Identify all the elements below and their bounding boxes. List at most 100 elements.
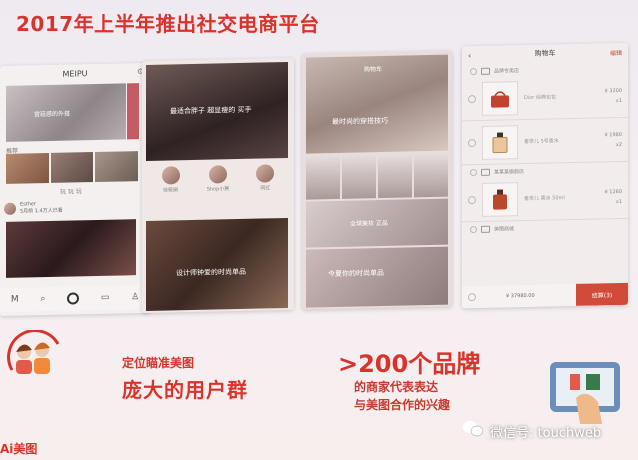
user-meta: Esther 5月前 1.4万人已看 [20, 201, 63, 216]
profile-icon[interactable]: ♙ [131, 292, 139, 302]
select-checkbox[interactable] [470, 169, 477, 177]
item-price: ¥ 3200 x1 [605, 85, 623, 105]
banner-image[interactable]: 全球美妆 正品 [306, 198, 448, 248]
phone-topic-screen: 购物车 最时尚的穿搭技巧 全球美妆 正品 今夏你的时尚单品 [302, 50, 452, 310]
price-value: ¥ 1260 [604, 188, 623, 195]
screenshots-row: MEIPU ⚙ 宫廷感的外搭 推荐 玩 玩 玩 Esther 5月前 1.4万人… [0, 35, 638, 317]
cart-item[interactable]: Dior 经典包包 ¥ 3200 x1 [462, 73, 628, 122]
product-thumb[interactable] [342, 154, 376, 199]
hero-image[interactable]: 最适合胖子 超显瘦的 买手 [146, 61, 288, 161]
creator-item[interactable]: 网红 [256, 164, 275, 204]
app-name: MEIPU [62, 68, 88, 79]
price-value: ¥ 3200 [604, 87, 623, 94]
select-all-checkbox[interactable] [468, 293, 476, 302]
phone-feed-screen: MEIPU ⚙ 宫廷感的外搭 推荐 玩 玩 玩 Esther 5月前 1.4万人… [0, 62, 150, 317]
slide-title: 2017年上半年推出社交电商平台 [16, 12, 320, 36]
thumbnail[interactable] [6, 152, 49, 184]
post-image[interactable] [6, 219, 136, 278]
product-strip [306, 152, 448, 200]
item-price: ¥ 1980 x2 [605, 129, 623, 149]
item-name: Dior 经典包包 [524, 93, 556, 101]
product-thumb[interactable] [378, 153, 412, 199]
side-image[interactable] [127, 83, 139, 140]
wechat-icon [462, 420, 484, 442]
app-header: MEIPU ⚙ [0, 63, 150, 84]
post-image[interactable]: 设计师钟爱的时尚单品 [146, 217, 288, 311]
back-icon[interactable]: ‹ [468, 51, 471, 60]
edit-button[interactable]: 编辑 [610, 47, 622, 56]
cart-header: ‹ 购物车 编辑 [462, 43, 628, 64]
select-checkbox[interactable] [468, 195, 476, 204]
right-headline: >200个品牌 [338, 350, 481, 378]
seller-name: 美图商城 [494, 226, 515, 233]
banner-caption: 全球美妆 正品 [350, 219, 388, 228]
cart-item[interactable]: 香奈儿 香水 50ml ¥ 1260 x1 [462, 174, 628, 223]
creator-list: 徐筱娟 Shop小赛 网红 [148, 164, 288, 207]
hero-image[interactable]: 购物车 最时尚的穿搭技巧 [306, 54, 448, 154]
select-checkbox[interactable] [470, 68, 477, 76]
creator-name: 网红 [260, 185, 271, 192]
left-headline: 庞大的用户群 [122, 378, 248, 402]
avatar [208, 165, 227, 184]
item-name: 香奈儿 香水 50ml [524, 194, 565, 202]
avatar [161, 166, 180, 185]
creator-item[interactable]: Shop小赛 [206, 165, 230, 205]
creator-name: Shop小赛 [206, 186, 230, 193]
product-thumb[interactable] [306, 154, 340, 200]
store-icon [481, 168, 490, 176]
avatar [4, 202, 16, 215]
thumbnail-row [6, 151, 139, 184]
brand-logo-text: Ai美图 [0, 442, 38, 456]
post-image[interactable]: 今夏你的时尚单品 [306, 246, 448, 308]
message-icon[interactable]: ▭ [101, 293, 110, 303]
select-checkbox[interactable] [468, 138, 476, 147]
left-subtitle: 定位瞄准美图 [122, 356, 195, 370]
thumbnail[interactable] [50, 152, 94, 183]
tab-bar: M ⌕ ▭ ♙ [0, 284, 150, 312]
product-thumb[interactable] [414, 152, 448, 198]
avatar [256, 164, 275, 183]
cart-item[interactable]: 香奈儿 5号香水 ¥ 1980 x2 [462, 117, 628, 166]
hero-caption: 最适合胖子 超显瘦的 买手 [170, 105, 252, 116]
seller-name: 某某某旗舰店 [494, 169, 525, 176]
quantity: x2 [615, 141, 622, 148]
creator-item[interactable]: 徐筱娟 [161, 166, 180, 206]
hero-image[interactable]: 宫廷感的外搭 [6, 83, 126, 142]
hero-caption: 最时尚的穿搭技巧 [332, 116, 388, 127]
home-icon[interactable]: M [11, 295, 19, 305]
people-icon [7, 330, 60, 374]
right-subtitle-line: 的商家代表表达 [354, 380, 439, 394]
select-checkbox[interactable] [470, 226, 477, 234]
right-subtitle-line: 与美图合作的兴趣 [354, 398, 451, 412]
item-name: 香奈儿 5号香水 [524, 137, 559, 145]
seller-row[interactable]: 美图商城 [462, 219, 628, 235]
cart-total: ¥ 37980.00 [506, 292, 535, 300]
row-caption: 玩 玩 玩 [60, 188, 82, 196]
perfume-icon [482, 124, 518, 160]
seller-name: 品牌专卖店 [494, 68, 520, 75]
post-caption: 设计师钟爱的时尚单品 [176, 267, 246, 278]
quantity: x1 [615, 198, 622, 205]
watermark-text: 微信号: touchweb [490, 425, 602, 441]
store-icon [481, 225, 490, 233]
creator-name: 徐筱娟 [163, 187, 179, 194]
thumbnail[interactable] [95, 151, 139, 183]
quantity: x1 [615, 97, 622, 104]
cart-footer: ¥ 37980.00 结算(3) [462, 282, 628, 309]
price-value: ¥ 1980 [604, 131, 623, 138]
item-price: ¥ 1260 x1 [605, 186, 623, 206]
right-subtitle: 的商家代表表达 与美图合作的兴趣 [354, 378, 450, 414]
checkout-button[interactable]: 结算(3) [576, 282, 628, 306]
record-icon[interactable] [67, 292, 80, 305]
user-row[interactable]: Esther 5月前 1.4万人已看 [4, 201, 63, 216]
hero-caption: 宫廷感的外搭 [34, 110, 71, 119]
watermark: 微信号: touchweb [462, 420, 601, 442]
cart-screen: ‹ 购物车 编辑 品牌专卖店 Dior 经典包包 ¥ 3200 x1 香奈儿 5… [462, 42, 628, 309]
handbag-icon [482, 80, 518, 116]
discover-icon[interactable]: ⌕ [40, 294, 45, 304]
post-caption: 今夏你的时尚单品 [328, 268, 384, 279]
store-icon [481, 67, 490, 75]
hero-tag: 购物车 [364, 65, 383, 74]
select-checkbox[interactable] [468, 94, 476, 103]
cart-title: 购物车 [534, 49, 556, 58]
